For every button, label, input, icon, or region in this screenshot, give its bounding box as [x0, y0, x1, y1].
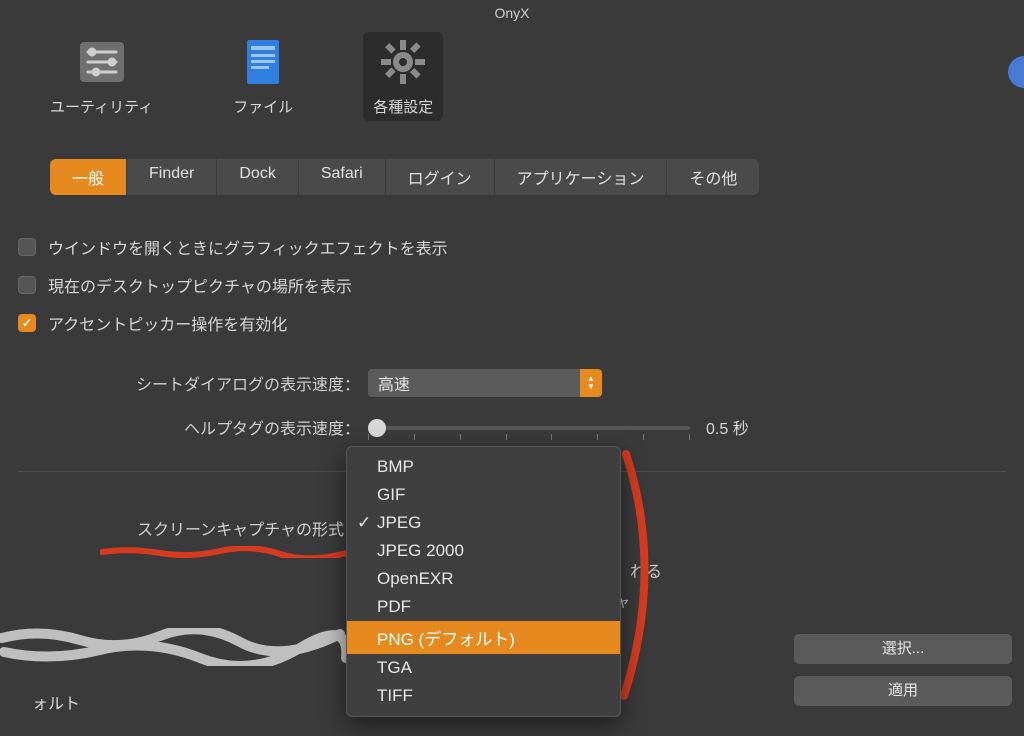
dropdown-item-tiff[interactable]: TIFF [347, 682, 620, 710]
slider-track [368, 426, 690, 430]
toolbar-utilities[interactable]: ユーティリティ [40, 32, 163, 121]
choose-button[interactable]: 選択... [794, 634, 1012, 664]
checkbox-accent-picker[interactable] [18, 314, 36, 332]
tab-dock[interactable]: Dock [217, 159, 298, 195]
chevron-updown-icon: ▲▼ [580, 369, 602, 397]
tab-other[interactable]: その他 [667, 159, 759, 195]
file-icon [237, 36, 289, 88]
help-speed-value: 0.5 秒 [706, 415, 749, 439]
dropdown-item-bmp[interactable]: BMP [347, 453, 620, 481]
dropdown-item-jpeg[interactable]: ✓ JPEG [347, 509, 620, 537]
dropdown-item-jpeg2000[interactable]: JPEG 2000 [347, 537, 620, 565]
sheet-speed-label: シートダイアログの表示速度： [18, 371, 368, 395]
tab-safari[interactable]: Safari [299, 159, 386, 195]
dropdown-item-tga[interactable]: TGA [347, 654, 620, 682]
help-speed-slider[interactable] [368, 416, 690, 438]
annotation-scribble [100, 546, 356, 558]
checkbox-label: アクセントピッカー操作を有効化 [48, 311, 287, 335]
tabbar: 一般 Finder Dock Safari ログイン アプリケーション その他 [50, 159, 759, 195]
toolbar: ユーティリティ ファイル [0, 26, 1024, 133]
capture-format-label: スクリーンキャプチャの形式： [18, 516, 368, 540]
help-speed-label: ヘルプタグの表示速度： [18, 415, 368, 439]
wrench-icon [76, 36, 128, 88]
right-button-column: 選択... 適用 [794, 634, 1012, 706]
checkbox-label: 現在のデスクトップピクチャの場所を表示 [48, 273, 352, 297]
toolbar-item-label: 各種設定 [373, 96, 433, 117]
window-title: OnyX [0, 0, 1024, 26]
checkbox-graphic-effects[interactable] [18, 238, 36, 256]
checkbox-desktop-picture-location[interactable] [18, 276, 36, 294]
annotation-scribble [616, 450, 666, 700]
redaction-scribble [0, 628, 348, 666]
tab-login[interactable]: ログイン [386, 159, 495, 195]
apply-button[interactable]: 適用 [794, 676, 1012, 706]
check-icon: ✓ [357, 513, 371, 533]
toolbar-item-label: ユーティリティ [50, 96, 153, 117]
dropdown-item-openexr[interactable]: OpenEXR [347, 565, 620, 593]
toolbar-item-label: ファイル [233, 96, 293, 117]
dropdown-item-pdf[interactable]: PDF [347, 593, 620, 621]
toolbar-parameters[interactable]: 各種設定 [363, 32, 443, 121]
tab-finder[interactable]: Finder [127, 159, 217, 195]
dropdown-item-png[interactable]: PNG (デフォルト) [347, 621, 620, 654]
toolbar-files[interactable]: ファイル [223, 32, 303, 121]
gear-icon [377, 36, 429, 88]
select-value: 高速 [378, 371, 410, 395]
slider-ticks [368, 434, 690, 440]
sheet-speed-select[interactable]: 高速 ▲▼ [368, 369, 602, 397]
dropdown-item-gif[interactable]: GIF [347, 481, 620, 509]
tab-applications[interactable]: アプリケーション [495, 159, 668, 195]
truncated-label: ォルト [0, 690, 80, 714]
checkbox-label: ウインドウを開くときにグラフィックエフェクトを表示 [48, 235, 448, 259]
slider-thumb[interactable] [368, 419, 386, 437]
capture-format-dropdown: BMP GIF ✓ JPEG JPEG 2000 OpenEXR PDF PNG… [346, 446, 621, 717]
tab-general[interactable]: 一般 [50, 159, 127, 195]
